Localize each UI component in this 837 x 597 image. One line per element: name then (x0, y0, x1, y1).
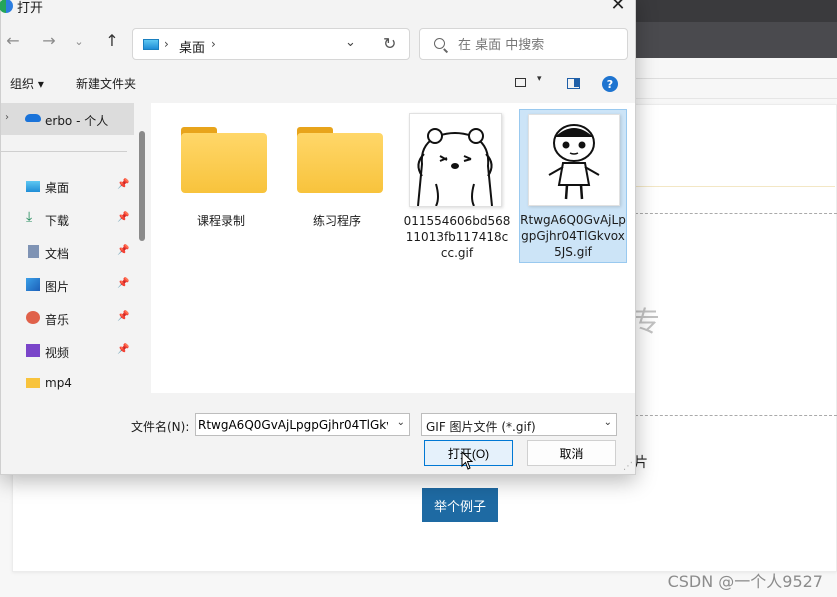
recent-chevron-down-icon[interactable]: ⌄ (71, 31, 87, 51)
video-icon (26, 344, 40, 357)
folder-icon (297, 133, 383, 193)
watermark: CSDN @一个人9527 (667, 572, 823, 591)
pin-icon[interactable]: 📌 (117, 344, 129, 355)
filename-combobox[interactable]: ⌄ (195, 413, 410, 436)
file-name: 练习程序 (312, 214, 361, 228)
filename-input[interactable] (198, 416, 388, 433)
mouse-cursor-icon (461, 451, 473, 470)
pin-icon[interactable]: 📌 (117, 278, 129, 289)
sidebar-item-label: 桌面 (45, 181, 70, 195)
picture-icon (26, 278, 40, 291)
sidebar-item-music[interactable]: 音乐 📌 (1, 305, 134, 331)
sidebar-item-label: mp4 (45, 376, 72, 390)
pin-icon[interactable]: 📌 (117, 179, 129, 190)
chevron-down-icon[interactable]: ⌄ (397, 417, 405, 428)
organize-menu[interactable]: 组织 ▾ (10, 75, 44, 92)
close-button[interactable]: ✕ (601, 0, 635, 15)
pin-icon[interactable]: 📌 (117, 212, 129, 223)
navigation-pane: › erbo - 个人 桌面 📌 ⤓ 下载 📌 文档 📌 图片 📌 音乐 📌 视… (1, 103, 149, 393)
file-item-folder[interactable]: 课程录制 (167, 107, 275, 261)
file-name: RtwgA6Q0GvAjLpgpGjhr04TlGkvox5JS.gif (520, 213, 626, 259)
forward-arrow-icon[interactable]: → (39, 30, 59, 50)
music-icon (26, 311, 40, 324)
address-history-chevron-icon[interactable]: ⌄ (345, 35, 356, 50)
nav-scrollbar[interactable] (139, 131, 145, 241)
chevron-right-icon[interactable]: › (211, 37, 216, 51)
file-item-gif-selected[interactable]: RtwgA6Q0GvAjLpgpGjhr04TlGkvox5JS.gif (519, 109, 627, 263)
help-icon[interactable]: ? (602, 76, 618, 92)
sidebar-item-documents[interactable]: 文档 📌 (1, 239, 134, 265)
desktop-folder-icon (143, 39, 159, 50)
folder-icon (181, 133, 267, 193)
up-arrow-icon[interactable]: ↑ (101, 30, 123, 50)
sidebar-item-label: 图片 (45, 280, 70, 294)
faded-placeholder-text: 专 (632, 305, 661, 338)
pin-icon[interactable]: 📌 (117, 311, 129, 322)
sidebar-item-mp4[interactable]: mp4 (1, 370, 134, 393)
sidebar-item-label: 文档 (45, 247, 70, 261)
cartoon-kid-sticker-image (548, 124, 600, 200)
sidebar-item-label: 视频 (45, 346, 70, 360)
command-toolbar: 组织 ▾ 新建文件夹 ▾ ? (1, 69, 635, 97)
resize-grip-icon[interactable]: ⋰ (623, 461, 633, 472)
edge-app-icon (0, 0, 13, 13)
bear-sticker-image (417, 128, 493, 207)
side-label: 片 (634, 455, 648, 471)
back-arrow-icon[interactable]: ← (3, 30, 23, 50)
search-box[interactable] (419, 28, 628, 60)
sidebar-item-label: erbo - 个人 (45, 114, 109, 128)
dialog-titlebar: 打开 ✕ (0, 0, 635, 23)
sidebar-item-label: 音乐 (45, 313, 70, 327)
dialog-title: 打开 (17, 1, 44, 16)
gif-thumbnail (409, 113, 502, 207)
new-folder-button[interactable]: 新建文件夹 (76, 75, 136, 92)
example-button[interactable]: 举个例子 (422, 488, 498, 522)
cancel-button[interactable]: 取消 (527, 440, 616, 466)
folder-icon (26, 378, 40, 388)
file-item-folder[interactable]: 练习程序 (283, 107, 391, 261)
sidebar-item-pictures[interactable]: 图片 📌 (1, 272, 134, 298)
preview-pane-icon[interactable] (567, 78, 580, 89)
sidebar-item-desktop[interactable]: 桌面 📌 (1, 173, 134, 199)
search-input[interactable] (456, 35, 620, 55)
sidebar-item-videos[interactable]: 视频 📌 (1, 338, 134, 364)
desktop-icon (26, 181, 40, 192)
address-bar[interactable]: › 桌面 › ⌄ ↻ (132, 28, 410, 60)
nav-divider (1, 151, 127, 152)
upload-area-border-top (630, 213, 837, 214)
file-name: 课程录制 (196, 214, 245, 228)
upload-area-border-bottom (630, 415, 837, 416)
address-path[interactable]: 桌面 (179, 37, 205, 56)
pin-icon[interactable]: 📌 (117, 245, 129, 256)
search-icon (434, 38, 445, 49)
refresh-icon[interactable]: ↻ (383, 34, 396, 53)
sidebar-item-onedrive[interactable]: › erbo - 个人 (1, 103, 134, 135)
gif-thumbnail (528, 114, 620, 206)
chevron-right-icon[interactable]: › (5, 112, 9, 123)
sidebar-item-label: 下载 (45, 214, 70, 228)
chevron-right-icon: › (164, 37, 169, 51)
file-list: 课程录制 练习程序 011554606bd56811013fb117418ccc… (151, 103, 635, 393)
filename-label: 文件名(N): (131, 420, 190, 434)
document-icon (28, 245, 39, 258)
sidebar-item-downloads[interactable]: ⤓ 下载 📌 (1, 206, 134, 232)
filetype-value: GIF 图片文件 (*.gif) (426, 420, 536, 434)
chevron-down-icon[interactable]: ⌄ (604, 417, 612, 428)
file-item-gif[interactable]: 011554606bd56811013fb117418ccc.gif (403, 107, 511, 261)
download-icon: ⤓ (26, 209, 33, 225)
onedrive-cloud-icon (25, 114, 41, 122)
file-name: 011554606bd56811013fb117418ccc.gif (403, 214, 511, 260)
filetype-select[interactable]: GIF 图片文件 (*.gif) ⌄ (421, 413, 617, 436)
view-mode-caret-icon[interactable]: ▾ (537, 74, 542, 84)
open-file-dialog: 打开 ✕ ← → ⌄ ↑ › 桌面 › ⌄ ↻ 组织 ▾ 新建文件夹 ▾ (0, 0, 636, 475)
view-mode-icon[interactable] (515, 78, 526, 87)
